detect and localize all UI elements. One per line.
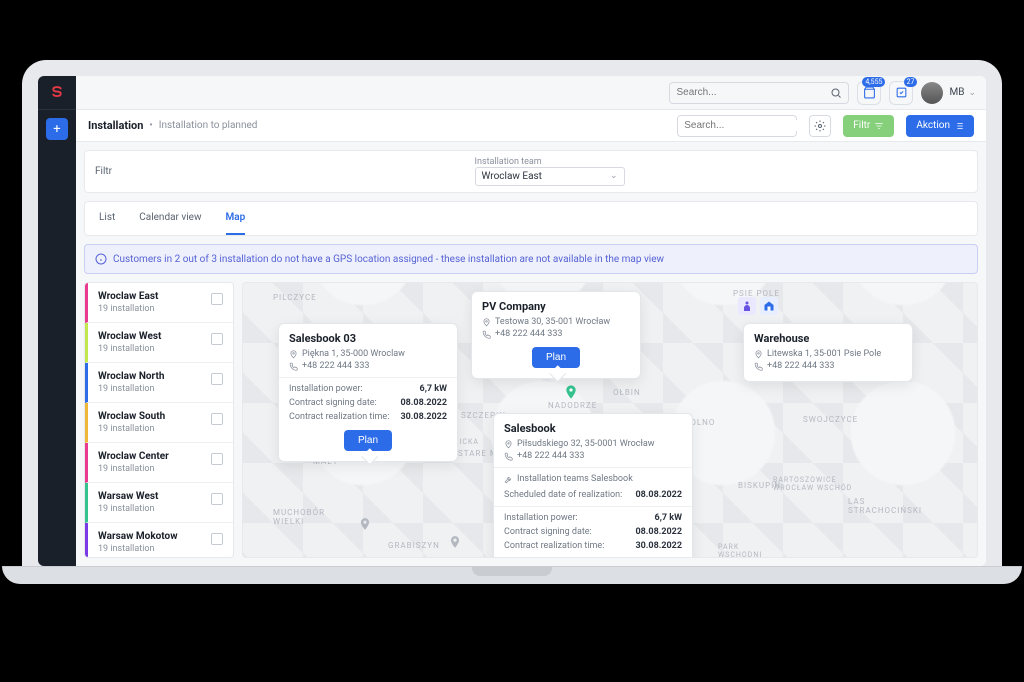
checkbox[interactable]	[211, 453, 223, 465]
global-search[interactable]	[669, 82, 849, 104]
team-select[interactable]: Installation team Wroclaw East ⌄	[475, 157, 625, 186]
checkbox[interactable]	[211, 533, 223, 545]
add-button[interactable]: +	[46, 118, 68, 140]
filter-bar: Filtr Installation team Wroclaw East ⌄	[84, 150, 978, 193]
card-title: PV Company	[482, 300, 630, 313]
pin-icon	[754, 350, 763, 359]
user-initials: MB	[949, 87, 964, 98]
filter-label: Filtr	[95, 166, 112, 177]
list-item[interactable]: Wroclaw West19 installation	[85, 323, 233, 363]
page-search-input[interactable]	[684, 120, 816, 131]
list-icon	[954, 121, 964, 131]
tab-list[interactable]: List	[99, 202, 115, 235]
cart-button[interactable]: 4,555	[857, 81, 881, 105]
pin-icon	[289, 350, 298, 359]
plan-button[interactable]: Plan	[344, 430, 392, 451]
card-title: Salesbook 03	[289, 332, 447, 345]
card-warehouse: Warehouse Litewska 1, 35-001 Psie Pole +…	[743, 323, 913, 382]
avatar[interactable]	[921, 82, 943, 104]
tasks-button[interactable]: 27	[889, 81, 913, 105]
region-list[interactable]: Wroclaw East19 installationWroclaw West1…	[84, 282, 234, 558]
list-item[interactable]: Wroclaw South19 installation	[85, 403, 233, 443]
settings-button[interactable]	[809, 115, 831, 137]
map-pin-icon	[448, 533, 462, 554]
list-item[interactable]: Warsaw Mokotow19 installation	[85, 523, 233, 558]
warehouse-icon	[760, 297, 778, 315]
card-pv-company: PV Company Testowa 30, 35-001 Wrocław +4…	[471, 291, 641, 379]
breadcrumb: Installation to planned	[159, 120, 258, 131]
chevron-down-icon: ⌄	[610, 171, 618, 182]
warehouse-markers	[738, 297, 778, 315]
list-item[interactable]: Wroclaw Center19 installation	[85, 443, 233, 483]
list-item[interactable]: Wroclaw East19 installation	[85, 283, 233, 323]
map-pin-icon[interactable]	[563, 381, 579, 403]
chevron-down-icon: ⌄	[968, 88, 976, 98]
nav-rail: +	[38, 76, 76, 566]
tab-calendar[interactable]: Calendar view	[139, 202, 201, 235]
phone-icon	[754, 362, 763, 371]
card-title: Salesbook	[504, 422, 682, 435]
map-pin-icon	[358, 515, 372, 536]
view-tabs: List Calendar view Map	[84, 201, 978, 236]
pin-icon	[504, 440, 513, 449]
pin-icon	[482, 318, 491, 327]
filter-button[interactable]: Filtr	[843, 115, 894, 137]
action-button[interactable]: Akction	[906, 115, 974, 137]
phone-icon	[504, 452, 513, 461]
person-icon	[738, 297, 756, 315]
info-alert: Customers in 2 out of 3 installation do …	[84, 244, 978, 274]
list-item[interactable]: Warsaw West19 installation	[85, 483, 233, 523]
gear-icon	[814, 120, 826, 132]
checkbox[interactable]	[211, 293, 223, 305]
checkbox[interactable]	[211, 413, 223, 425]
card-salesbook03: Salesbook 03 Piękna 1, 35-000 Wroclaw +4…	[278, 323, 458, 462]
checkbox[interactable]	[211, 493, 223, 505]
checkbox[interactable]	[211, 373, 223, 385]
plan-button[interactable]: Plan	[532, 347, 580, 368]
card-title: Warehouse	[754, 332, 902, 345]
tasks-badge: 27	[904, 77, 918, 87]
map[interactable]: PILCZYCE NADODRZE OŁBIN SZCZEPIN MUCHOBÓ…	[242, 282, 978, 558]
checkbox[interactable]	[211, 333, 223, 345]
info-icon	[95, 253, 107, 265]
page-title: Installation	[88, 119, 143, 132]
filter-icon	[874, 121, 884, 131]
search-icon	[830, 87, 842, 99]
topbar: 4,555 27 MB ⌄	[76, 76, 986, 110]
global-search-input[interactable]	[676, 87, 830, 98]
card-salesbook: Salesbook Piłsudskiego 32, 35-0001 Wrocł…	[493, 413, 693, 558]
phone-icon	[482, 330, 491, 339]
list-item[interactable]: Wroclaw North19 installation	[85, 363, 233, 403]
user-menu[interactable]: MB ⌄	[949, 87, 976, 98]
wrench-icon	[504, 475, 513, 484]
tab-map[interactable]: Map	[226, 202, 246, 235]
phone-icon	[289, 362, 298, 371]
page-header: Installation • Installation to planned F…	[76, 110, 986, 142]
page-search[interactable]	[677, 115, 797, 137]
app-logo	[38, 76, 76, 110]
cart-badge: 4,555	[862, 77, 885, 87]
